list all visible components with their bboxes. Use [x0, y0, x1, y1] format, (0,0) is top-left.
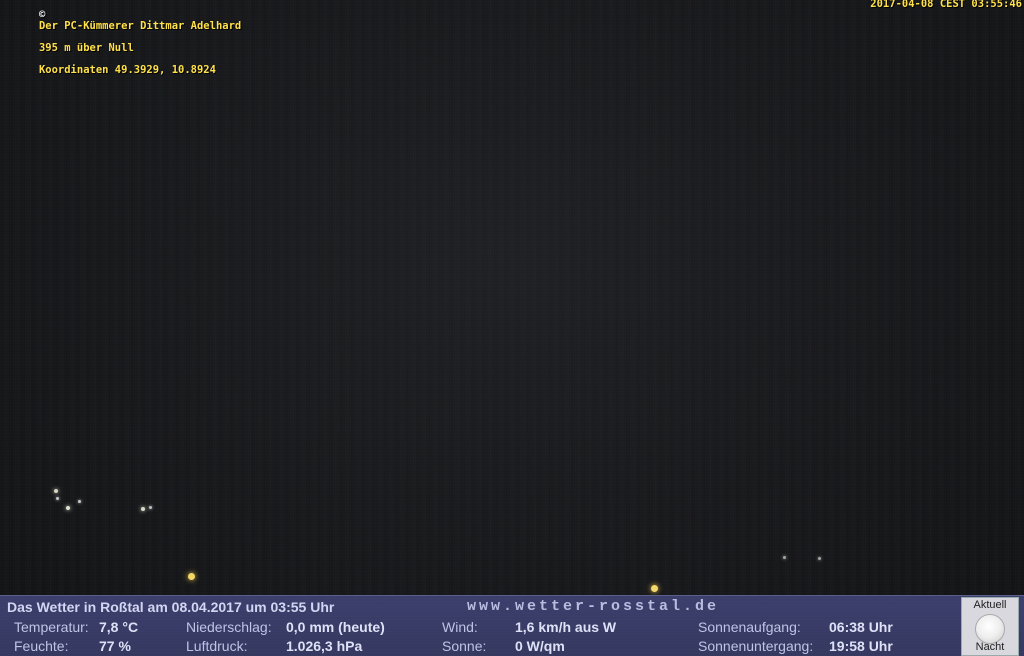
moon-phase-box: Aktuell Nacht	[961, 597, 1019, 656]
moon-phase-label: Nacht	[975, 641, 1005, 653]
sun-label: Sonne:	[442, 638, 487, 654]
sunset-value: 19:58 Uhr	[829, 638, 893, 654]
humidity-label: Feuchte:	[14, 638, 69, 654]
temperature-value: 7,8 °C	[99, 619, 139, 635]
street-light	[818, 557, 821, 560]
sun-value: 0 W/qm	[515, 638, 565, 654]
street-light	[188, 573, 195, 580]
sunrise-value: 06:38 Uhr	[829, 619, 893, 635]
owner-name: Der PC-Kümmerer Dittmar Adelhard	[38, 20, 242, 32]
street-light	[56, 497, 59, 500]
weather-info-panel: Das Wetter in Roßtal am 08.04.2017 um 03…	[0, 595, 1024, 656]
moon-aktuell-label: Aktuell	[973, 599, 1007, 611]
street-light	[78, 500, 81, 503]
street-light	[66, 506, 70, 510]
temperature-label: Temperatur:	[14, 619, 89, 635]
humidity-value: 77 %	[99, 638, 131, 654]
wind-label: Wind:	[442, 619, 478, 635]
wind-value: 1,6 km/h aus W	[515, 619, 617, 635]
coordinates-text: Koordinaten 49.3929, 10.8924	[38, 64, 216, 76]
street-light	[651, 585, 658, 592]
precipitation-value: 0,0 mm (heute)	[286, 619, 385, 635]
webcam-caption-bar: © Der PC-Kümmerer Dittmar Adelhard 395 m…	[0, 0, 1024, 76]
full-moon-icon	[975, 614, 1005, 644]
street-light	[783, 556, 786, 559]
street-light	[149, 506, 152, 509]
caption-left: © Der PC-Kümmerer Dittmar Adelhard 395 m…	[1, 0, 241, 87]
website-link[interactable]: www.wetter-rosstal.de	[467, 598, 719, 615]
precipitation-label: Niederschlag:	[186, 619, 272, 635]
pressure-value: 1.026,3 hPa	[286, 638, 363, 654]
webcam-image: © Der PC-Kümmerer Dittmar Adelhard 395 m…	[0, 0, 1024, 656]
street-light	[54, 489, 58, 493]
pressure-label: Luftdruck:	[186, 638, 248, 654]
sunrise-label: Sonnenaufgang:	[698, 619, 801, 635]
weather-title: Das Wetter in Roßtal am 08.04.2017 um 03…	[7, 599, 335, 615]
sunset-label: Sonnenuntergang:	[698, 638, 814, 654]
timestamp-text: 2017-04-08 CEST 03:55:46	[870, 0, 1022, 10]
street-light	[141, 507, 145, 511]
